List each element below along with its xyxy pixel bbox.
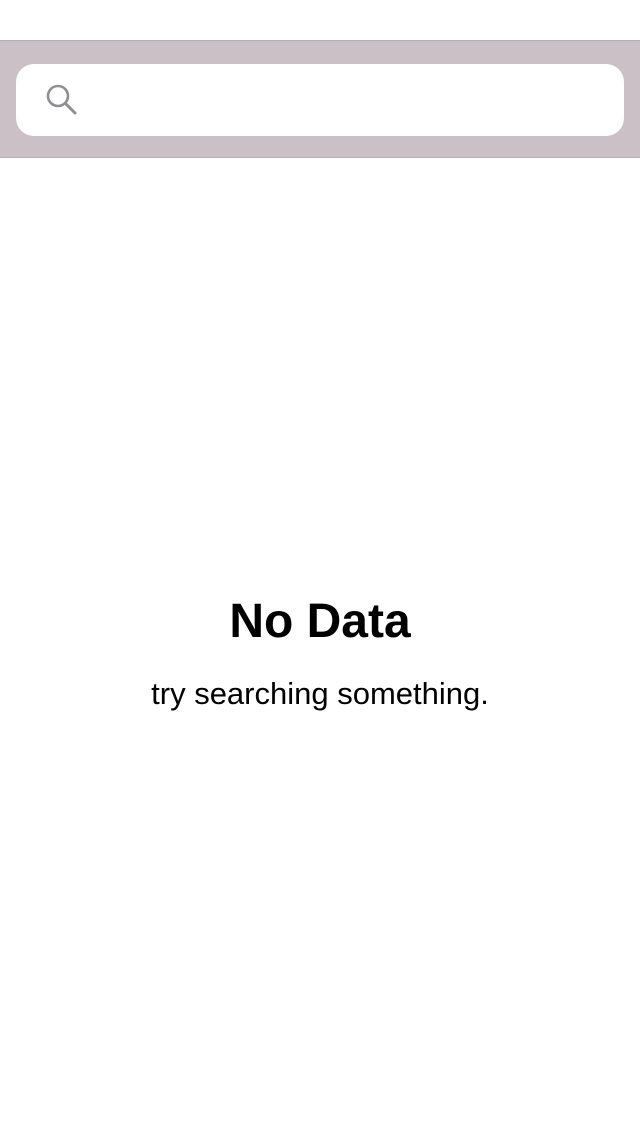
empty-state-subtitle: try searching something. xyxy=(151,676,489,711)
empty-state-title: No Data xyxy=(229,595,411,648)
search-field[interactable] xyxy=(16,64,624,136)
search-bar xyxy=(0,40,640,158)
empty-state: No Data try searching something. xyxy=(0,590,640,712)
search-input[interactable] xyxy=(92,64,612,136)
search-icon xyxy=(44,82,80,118)
screen: No Data try searching something. xyxy=(0,0,640,1136)
status-bar xyxy=(0,0,640,40)
